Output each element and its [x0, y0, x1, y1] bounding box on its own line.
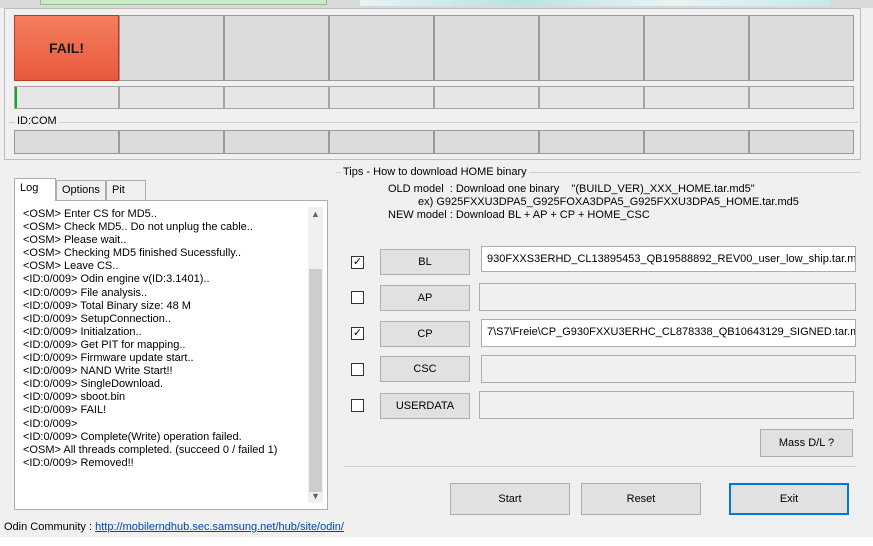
- log-line: <ID:0/009> Removed!!: [23, 456, 134, 469]
- log-line: <ID:0/009> Firmware update start..: [23, 352, 194, 365]
- log-line: <OSM> All threads completed. (succeed 0 …: [23, 443, 278, 456]
- bl-checkbox[interactable]: ✓: [351, 256, 364, 269]
- progress-bar: [749, 86, 854, 109]
- ap-button[interactable]: AP: [380, 285, 470, 311]
- com-port-slot: [119, 130, 224, 154]
- status-slot: [119, 15, 224, 81]
- community-link[interactable]: http://mobilerndhub.sec.samsung.net/hub/…: [95, 521, 344, 533]
- ap-checkbox[interactable]: [351, 291, 364, 304]
- userdata-checkbox[interactable]: [351, 399, 364, 412]
- separator: [344, 466, 856, 467]
- fail-status-label: FAIL!: [49, 40, 84, 56]
- progress-bar: [644, 86, 749, 109]
- status-slot: [434, 15, 539, 81]
- com-port-slot: [14, 130, 119, 154]
- window-top-strip: [0, 0, 873, 8]
- status-slot: [224, 15, 329, 81]
- log-line: <ID:0/009> FAIL!: [23, 404, 107, 417]
- chevron-up-icon[interactable]: ▲: [308, 207, 323, 221]
- check-mark-icon: ✓: [352, 256, 363, 268]
- com-port-slot: [539, 130, 644, 154]
- log-text: <OSM> Enter CS for MD5.. <OSM> Check MD5.…: [23, 208, 310, 470]
- progress-fill: [15, 87, 18, 108]
- tip-new-model: NEW model : Download BL + AP + CP + HOME…: [388, 209, 650, 221]
- progress-bar: [329, 86, 434, 109]
- csc-checkbox[interactable]: [351, 363, 364, 376]
- chevron-down-icon[interactable]: ▼: [308, 489, 323, 503]
- ap-file-field[interactable]: [479, 283, 856, 311]
- log-line: <ID:0/009> sboot.bin: [23, 391, 126, 404]
- log-line: <ID:0/009> NAND Write Start!!: [23, 365, 173, 378]
- check-mark-icon: ✓: [352, 327, 363, 339]
- status-slot: [329, 15, 434, 81]
- log-line: <OSM> Checking MD5 finished Sucessfully.…: [23, 247, 242, 260]
- bl-file-field[interactable]: 930FXXS3ERHD_CL13895453_QB19588892_REV00…: [481, 246, 856, 272]
- log-line: <ID:0/009>: [23, 417, 78, 430]
- progress-bar: [224, 86, 329, 109]
- log-line: <ID:0/009> Total Binary size: 48 M: [23, 299, 191, 312]
- window-bottom-strip: [0, 537, 873, 546]
- log-line: <OSM> Check MD5.. Do not unplug the cabl…: [23, 221, 253, 234]
- cp-file-field[interactable]: 7\S7\Freie\CP_G930FXXU3ERHC_CL878338_QB1…: [481, 319, 856, 347]
- com-port-slot: [749, 130, 854, 154]
- com-port-slot: [224, 130, 329, 154]
- tab-options[interactable]: Options: [56, 180, 106, 200]
- userdata-file-field[interactable]: [479, 391, 854, 419]
- exit-button[interactable]: Exit: [729, 483, 849, 515]
- scrollbar-thumb[interactable]: [309, 269, 322, 492]
- fail-status-slot: FAIL!: [14, 15, 119, 81]
- log-line: <ID:0/009> Initialzation..: [23, 325, 142, 338]
- tab-pit[interactable]: Pit: [106, 180, 146, 200]
- tips-title: Tips - How to download HOME binary: [341, 166, 529, 178]
- status-slot: [539, 15, 644, 81]
- com-port-slot: [644, 130, 749, 154]
- footer: Odin Community : http://mobilerndhub.sec…: [4, 521, 344, 533]
- log-line: <ID:0/009> Complete(Write) operation fai…: [23, 430, 242, 443]
- userdata-button[interactable]: USERDATA: [380, 393, 470, 419]
- status-slot: [644, 15, 749, 81]
- bl-button[interactable]: BL: [380, 249, 470, 275]
- log-panel[interactable]: <OSM> Enter CS for MD5.. <OSM> Check MD5.…: [14, 200, 328, 510]
- csc-file-field[interactable]: [481, 355, 856, 383]
- progress-bar: [119, 86, 224, 109]
- com-port-slot: [434, 130, 539, 154]
- csc-button[interactable]: CSC: [380, 356, 470, 382]
- reset-button[interactable]: Reset: [581, 483, 701, 515]
- log-scrollbar[interactable]: ▲ ▼: [308, 207, 323, 503]
- cp-button[interactable]: CP: [380, 321, 470, 347]
- mass-dl-button[interactable]: Mass D/L ?: [760, 429, 853, 457]
- log-line: <ID:0/009> SingleDownload.: [23, 378, 164, 391]
- tip-old-example: ex) G925FXXU3DPA5_G925FOXA3DPA5_G925FXXU…: [418, 196, 799, 208]
- tip-old-model: OLD model : Download one binary "(BUILD_…: [388, 183, 755, 195]
- progress-bar: [539, 86, 644, 109]
- tab-log[interactable]: Log: [14, 178, 56, 201]
- log-line: <OSM> Please wait..: [23, 234, 127, 247]
- footer-label: Odin Community :: [4, 521, 96, 533]
- cp-checkbox[interactable]: ✓: [351, 327, 364, 340]
- log-line: <ID:0/009> File analysis..: [23, 286, 148, 299]
- id-com-label: ID:COM: [15, 115, 59, 127]
- progress-bar: [14, 86, 119, 109]
- status-slot: [749, 15, 854, 81]
- log-line: <OSM> Leave CS..: [23, 260, 119, 273]
- log-line: <ID:0/009> Get PIT for mapping..: [23, 338, 186, 351]
- progress-bar: [434, 86, 539, 109]
- start-button[interactable]: Start: [450, 483, 570, 515]
- log-line: <OSM> Enter CS for MD5..: [23, 208, 157, 220]
- log-line: <ID:0/009> Odin engine v(ID:3.1401)..: [23, 273, 210, 286]
- log-line: <ID:0/009> SetupConnection..: [23, 312, 171, 325]
- com-port-slot: [329, 130, 434, 154]
